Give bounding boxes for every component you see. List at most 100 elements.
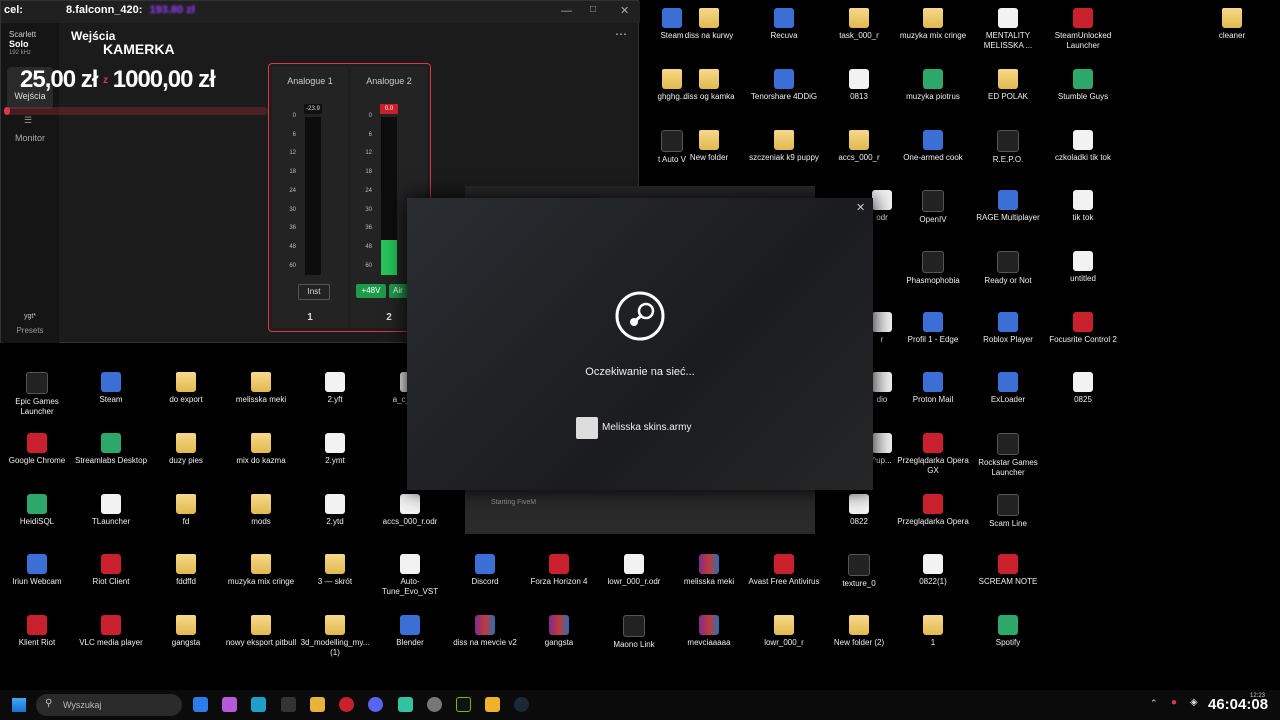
desktop-icon[interactable]: Klient Riot <box>0 615 74 648</box>
desktop-icon[interactable]: Focusrite Control 2 <box>1046 312 1120 345</box>
microphone-icon[interactable]: ● <box>1171 697 1177 708</box>
desktop-icon[interactable]: mods <box>224 494 298 527</box>
desktop-icon[interactable]: tik tok <box>1046 190 1120 223</box>
desktop-icon[interactable]: Discord <box>448 554 522 587</box>
desktop-icon[interactable]: ExLoader <box>971 372 1045 405</box>
copilot-app-icon[interactable] <box>222 697 237 712</box>
terminal-icon[interactable] <box>281 697 296 712</box>
desktop-icon[interactable]: SteamUnlocked Launcher <box>1046 8 1120 51</box>
preset-name[interactable]: ygt* <box>1 313 59 320</box>
phantom-48v-button[interactable]: +48V <box>356 284 386 298</box>
close-icon[interactable]: ✕ <box>856 201 865 214</box>
desktop-icon[interactable]: duzy pies <box>149 433 223 466</box>
desktop-icon[interactable]: Streamlabs Desktop <box>74 433 148 466</box>
desktop-icon[interactable]: Ready or Not <box>971 251 1045 286</box>
edge-icon[interactable] <box>251 697 266 712</box>
desktop-icon[interactable]: 0813 <box>822 69 896 102</box>
wifi-icon[interactable]: ◈ <box>1190 697 1198 708</box>
desktop-icon[interactable]: Recuva <box>747 8 821 41</box>
desktop-icon[interactable]: 1 <box>896 615 970 648</box>
desktop-icon[interactable]: Google Chrome <box>0 433 74 466</box>
desktop-icon[interactable]: Blender <box>373 615 447 648</box>
desktop-icon[interactable]: Auto-Tune_Evo_VST <box>373 554 447 597</box>
desktop-icon[interactable]: 2.ymt <box>298 433 372 466</box>
desktop-icon[interactable]: 3 — skrót <box>298 554 372 587</box>
desktop-icon[interactable]: Rockstar Games Launcher <box>971 433 1045 478</box>
desktop-icon[interactable]: MENTALITY MELISSKA ... <box>971 8 1045 51</box>
desktop-icon[interactable]: accs_000_r <box>822 130 896 163</box>
desktop-icon[interactable]: melisska meki <box>672 554 746 587</box>
desktop-icon[interactable]: szczeniak k9 puppy <box>747 130 821 163</box>
desktop-icon[interactable]: cleaner <box>1195 8 1269 41</box>
chevron-up-icon[interactable]: ⌃ <box>1150 698 1158 709</box>
desktop-icon[interactable]: Roblox Player <box>971 312 1045 345</box>
desktop-icon[interactable]: mevciaaaaa <box>672 615 746 648</box>
sidebar-item-monitor[interactable]: ☰ Monitor <box>7 115 53 145</box>
desktop-icon[interactable]: 3d_modelling_my...(1) <box>298 615 372 658</box>
desktop-icon[interactable]: nowy eksport pitbull <box>224 615 298 648</box>
desktop-icon[interactable]: R.E.P.O. <box>971 130 1045 165</box>
desktop-icon[interactable]: Proton Mail <box>896 372 970 405</box>
desktop-icon[interactable]: Maono Link <box>597 615 671 650</box>
desktop-icon[interactable]: lowr_000_r <box>747 615 821 648</box>
inst-button[interactable]: Inst <box>298 284 330 300</box>
desktop-icon[interactable]: diss na kurwy <box>672 8 746 41</box>
desktop-icon[interactable]: 0822 <box>822 494 896 527</box>
desktop-icon[interactable]: Przeglądarka Opera <box>896 494 970 527</box>
desktop-icon[interactable]: New folder <box>672 130 746 163</box>
desktop-icon[interactable]: Iriun Webcam <box>0 554 74 587</box>
desktop-icon[interactable]: Forza Horizon 4 <box>522 554 596 587</box>
desktop-icon[interactable]: fd <box>149 494 223 527</box>
close-icon[interactable]: ✕ <box>620 4 629 17</box>
minimize-icon[interactable]: — <box>561 5 572 17</box>
rockstar-icon[interactable] <box>485 697 500 712</box>
desktop-icon[interactable]: diss na mevcie v2 <box>448 615 522 648</box>
desktop-icon[interactable]: fddffd <box>149 554 223 587</box>
steam-taskbar-icon[interactable] <box>514 697 529 712</box>
desktop-icon[interactable]: texture_0 <box>822 554 896 589</box>
copilot-icon[interactable] <box>193 697 208 712</box>
desktop-icon[interactable]: OpenIV <box>896 190 970 225</box>
desktop-icon[interactable]: VLC media player <box>74 615 148 648</box>
streamlabs-icon[interactable] <box>398 697 413 712</box>
desktop-icon[interactable]: czkoladki tik tok <box>1046 130 1120 163</box>
desktop-icon[interactable]: do export <box>149 372 223 405</box>
settings-gear-icon[interactable] <box>427 697 442 712</box>
desktop-icon[interactable]: Tenorshare 4DDiG <box>747 69 821 102</box>
desktop-icon[interactable]: 2.yft <box>298 372 372 405</box>
desktop-icon[interactable]: Phasmophobia <box>896 251 970 286</box>
desktop-icon[interactable]: gangsta <box>522 615 596 648</box>
desktop-icon[interactable]: Riot Client <box>74 554 148 587</box>
desktop-icon[interactable]: New folder (2) <box>822 615 896 648</box>
desktop-icon[interactable]: diss og kamka <box>672 69 746 102</box>
nvidia-icon[interactable] <box>456 697 471 712</box>
desktop-icon[interactable]: Epic Games Launcher <box>0 372 74 417</box>
desktop-icon[interactable]: muzyka mix cringe <box>224 554 298 587</box>
desktop-icon[interactable]: Profil 1 - Edge <box>896 312 970 345</box>
presets-label[interactable]: Presets <box>1 326 59 335</box>
desktop-icon[interactable]: untitled <box>1046 251 1120 284</box>
desktop-icon[interactable]: Spotify <box>971 615 1045 648</box>
desktop-icon[interactable]: Steam <box>74 372 148 405</box>
desktop-icon[interactable]: Przeglądarka Opera GX <box>896 433 970 476</box>
desktop-icon[interactable]: 2.ytd <box>298 494 372 527</box>
desktop-icon[interactable]: SCREAM NOTE <box>971 554 1045 587</box>
maximize-icon[interactable]: □ <box>590 4 596 15</box>
search-box[interactable]: ⚲ Wyszukaj <box>36 694 182 716</box>
desktop-icon[interactable]: Avast Free Antivirus <box>747 554 821 587</box>
desktop-icon[interactable]: 0825 <box>1046 372 1120 405</box>
start-icon[interactable] <box>12 698 26 712</box>
desktop-icon[interactable]: muzyka mix cringe <box>896 8 970 41</box>
desktop-icon[interactable]: HeidiSQL <box>0 494 74 527</box>
desktop-icon[interactable]: accs_000_r.odr <box>373 494 447 527</box>
desktop-icon[interactable]: mix do kazma <box>224 433 298 466</box>
desktop-icon[interactable]: task_000_r <box>822 8 896 41</box>
discord-icon[interactable] <box>368 697 383 712</box>
desktop-icon[interactable]: gangsta <box>149 615 223 648</box>
desktop-icon[interactable]: One-armed cook <box>896 130 970 163</box>
more-options-icon[interactable]: ⋯ <box>615 27 627 41</box>
desktop-icon[interactable]: Scam Line <box>971 494 1045 529</box>
desktop-icon[interactable]: lowr_000_r.odr <box>597 554 671 587</box>
opera-icon[interactable] <box>339 697 354 712</box>
desktop-icon[interactable]: ED POLAK <box>971 69 1045 102</box>
